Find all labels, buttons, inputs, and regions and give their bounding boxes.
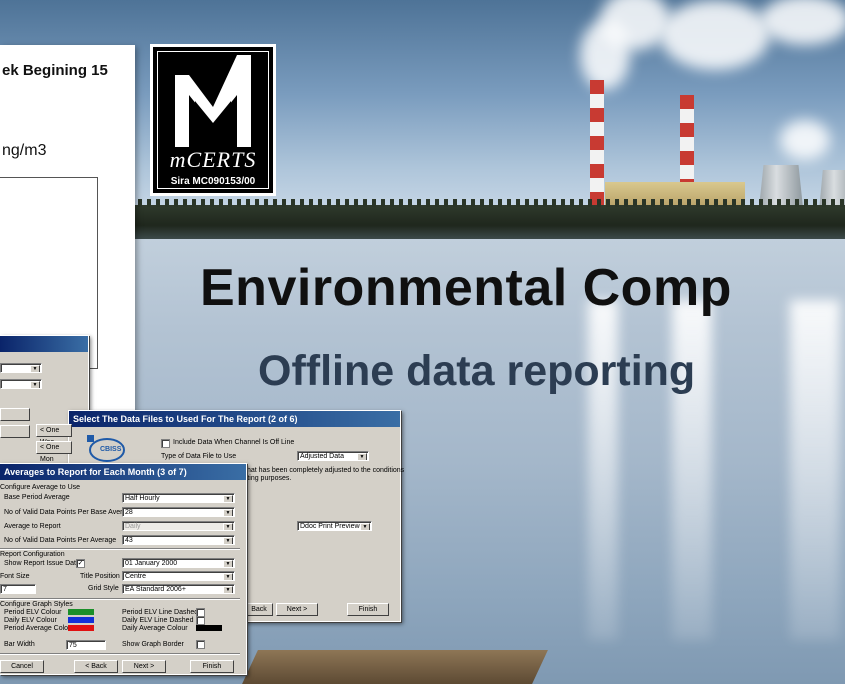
section-report-label: Report Configuration [0,551,65,558]
document-unit: ng/m3 [2,142,47,159]
include-offline-label: Include Data When Channel Is Off Line [173,439,295,446]
show-issue-date-label: Show Report Issue Date [4,560,80,567]
show-border-checkbox[interactable] [196,640,205,649]
one-month-back-button[interactable]: < One Mon [36,441,72,463]
chevron-down-icon[interactable]: ▼ [223,495,233,502]
previewer-select[interactable]: Ddoc Print Previewer ▼ [297,521,372,531]
chevron-down-icon[interactable]: ▼ [223,523,233,530]
divider [0,548,240,550]
section-graph-label: Configure Graph Styles [0,601,73,608]
include-offline-checkbox[interactable] [161,439,170,448]
mcerts-mark-icon [175,55,251,147]
document-heading: ek Begining 15 [2,62,108,79]
chevron-down-icon[interactable]: ▼ [357,453,367,460]
certification-code: Sira MC090153/00 [170,176,256,187]
smoke-plume [660,0,770,70]
period-elv-dashed-label: Period ELV Line Dashed [122,609,199,616]
next-button[interactable]: Next > [276,603,318,616]
section-average-label: Configure Average to Use [0,484,81,491]
base-period-label: Base Period Average [4,494,70,501]
title-position-select[interactable]: Centre ▼ [122,571,235,581]
chevron-down-icon[interactable]: ▼ [223,560,233,567]
bar-width-label: Bar Width [4,641,35,648]
chevron-down-icon[interactable]: ▼ [30,365,40,372]
description-text: rting purposes. [245,475,292,482]
chimney-stack [590,80,604,215]
issue-date-picker[interactable]: 01 January 2000 ▼ [122,558,235,568]
show-issue-date-checkbox[interactable]: ✓ [76,559,85,568]
period-avg-colour-label: Period Average Colour [4,625,75,632]
averages-dialog: Averages to Report for Each Month (3 of … [0,463,247,675]
finish-button[interactable]: Finish [347,603,389,616]
cancel-button[interactable]: Cancel [0,660,44,673]
nav-button[interactable] [0,408,30,421]
divider [0,653,240,655]
grid-style-select[interactable]: EA Standard 2006+ ▼ [122,584,235,594]
daily-elv-colour-swatch[interactable] [68,617,94,623]
wooden-pier [242,650,548,684]
valid-points-base-select[interactable]: 28 ▼ [122,507,235,517]
reflection [790,300,840,640]
daily-elv-colour-label: Daily ELV Colour [4,617,57,624]
nav-button[interactable] [0,425,30,438]
finish-button[interactable]: Finish [190,660,234,673]
chevron-down-icon[interactable]: ▼ [30,381,40,388]
one-week-back-button[interactable]: < One Wee [36,424,72,446]
dropdown-field[interactable]: ▼ [0,379,42,389]
valid-points-avg-select[interactable]: 43 ▼ [122,535,235,545]
headline: Environmental Comp [200,259,732,317]
daily-elv-dashed-checkbox[interactable] [196,616,205,625]
average-report-label: Average to Report [4,523,61,530]
chevron-down-icon[interactable]: ▼ [223,509,233,516]
font-size-label: Font Size [0,573,30,580]
daily-avg-colour-label: Daily Average Colour [122,625,188,632]
mcerts-logo: mCERTS Sira MC090153/00 [150,44,276,196]
description-text: that has been completely adjusted to the… [245,467,405,474]
title-position-label: Title Position [80,573,120,580]
chevron-down-icon[interactable]: ▼ [360,523,370,530]
dropdown-field[interactable]: ▼ [0,363,42,373]
chevron-down-icon[interactable]: ▼ [223,573,233,580]
file-type-label: Type of Data File to Use [161,453,237,460]
average-report-select[interactable]: Daily ▼ [122,521,235,531]
dialog-titlebar [0,336,88,352]
period-elv-colour-label: Period ELV Colour [4,609,62,616]
file-type-select[interactable]: Adjusted Data ▼ [297,451,369,461]
base-period-select[interactable]: Half Hourly ▼ [122,493,235,503]
period-avg-colour-swatch[interactable] [68,625,94,631]
brand-name: mCERTS [169,147,257,172]
back-button[interactable]: Back [245,603,273,616]
daily-avg-colour-swatch[interactable] [196,625,222,631]
next-button[interactable]: Next > [122,660,166,673]
dialog-titlebar: Averages to Report for Each Month (3 of … [0,464,246,480]
valid-points-avg-label: No of Valid Data Points Per Average [4,537,117,544]
bar-width-input[interactable]: 75 [66,640,106,650]
show-border-label: Show Graph Border [122,641,184,648]
tree-line [120,199,845,239]
subheadline: Offline data reporting [258,347,696,395]
chevron-down-icon[interactable]: ▼ [223,537,233,544]
chevron-down-icon[interactable]: ▼ [223,586,233,593]
dialog-titlebar: Select The Data Files to Used For The Re… [69,411,400,427]
steam-plume [780,120,830,160]
cbiss-logo: CBISS [85,433,125,463]
period-elv-colour-swatch[interactable] [68,609,94,615]
font-size-input[interactable]: 7 [0,584,36,594]
grid-style-label: Grid Style [88,585,119,592]
daily-elv-dashed-label: Daily ELV Line Dashed [122,617,194,624]
divider [0,598,240,600]
back-button[interactable]: < Back [74,660,118,673]
valid-points-base-label: No of Valid Data Points Per Base Average [4,509,135,516]
